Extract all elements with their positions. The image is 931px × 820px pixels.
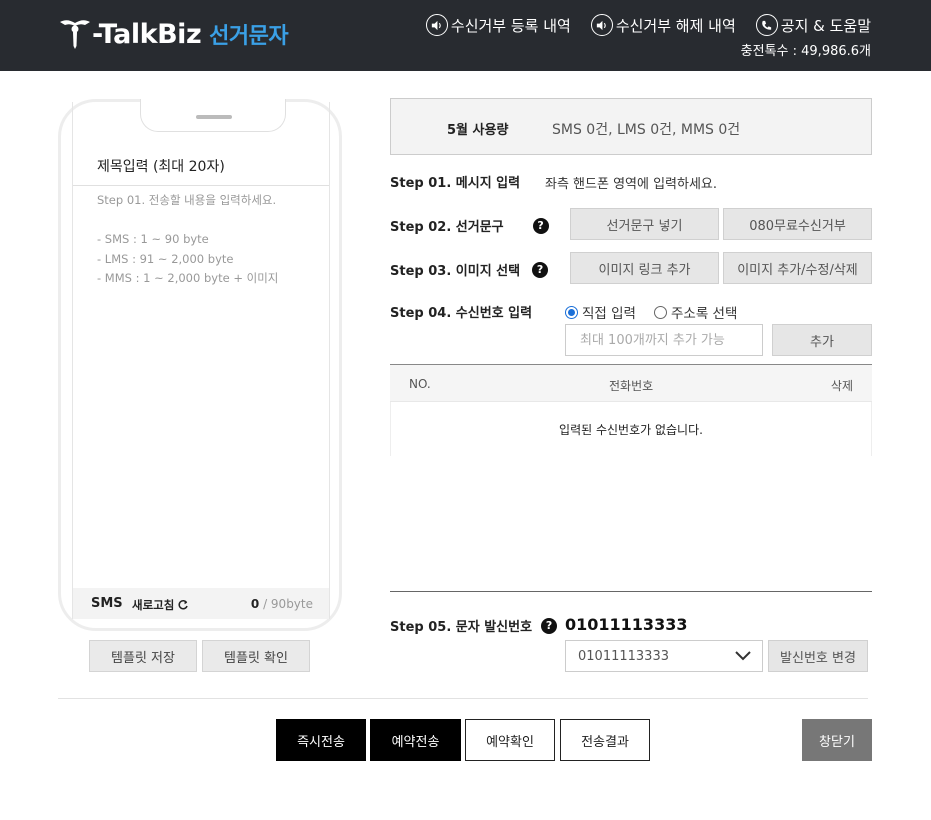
reserve-send-button[interactable]: 예약전송 [370,719,461,761]
step2-text: Step 02. 선거문구 [390,220,504,235]
free-080-reject-button[interactable]: 080무료수신거부 [723,208,872,240]
help-icon[interactable]: ? [541,617,558,634]
speaker-icon [425,14,448,36]
divider [58,698,868,699]
usage-title: 5월 사용량 [447,123,509,138]
col-phone: 전화번호 [609,379,654,393]
header-nav: 수신거부 등록 내역 수신거부 해제 내역 공지 & 도움말 [425,14,871,36]
add-image-link-button[interactable]: 이미지 링크 추가 [570,252,719,284]
recipient-mode-radio-group: 직접 입력 주소록 선택 [565,302,755,322]
brand-subtitle: 선거문자 [209,24,289,49]
nav-label: 수신거부 해제 내역 [615,16,736,35]
byte-current: 0 [250,597,260,611]
phone-notch [140,99,286,132]
phone-preview: 제목입력 (최대 20자) Step 01. 전송할 내용을 입력하세요. - … [58,99,342,631]
divider [73,185,329,186]
refresh-button[interactable]: 새로고침 [132,597,189,613]
close-button[interactable]: 창닫기 [802,719,872,761]
guide-intro: Step 01. 전송할 내용을 입력하세요. [97,193,277,207]
step1-note: 좌측 핸드폰 영역에 입력하세요. [545,177,718,192]
monthly-usage-box: 5월 사용량 SMS 0건, LMS 0건, MMS 0건 [390,98,872,155]
manage-image-button[interactable]: 이미지 추가/수정/삭제 [723,252,872,284]
speaker-icon [590,14,613,36]
step5-label: Step 05. 문자 발신번호 ? [390,616,558,635]
col-delete: 삭제 [830,379,853,393]
col-no: NO. [409,377,431,391]
balance-text: 충전톡수 : 49,986.6개 [740,44,871,59]
byte-counter: 0 / 90byte [251,597,313,611]
send-now-button[interactable]: 즉시전송 [276,719,366,761]
help-icon[interactable]: ? [532,261,549,278]
recipient-number-input[interactable] [565,324,763,356]
sender-number-select[interactable]: 01011113333 [565,640,763,672]
nav-reject-release[interactable]: 수신거부 해제 내역 [590,14,736,36]
radio-addressbook-label[interactable]: 주소록 선택 [671,302,737,322]
step2-label: Step 02. 선거문구 ? [390,216,549,235]
logo-mark-icon [58,16,92,52]
radio-addressbook[interactable] [653,305,667,319]
step5-text: Step 05. 문자 발신번호 [390,620,533,635]
nav-notice-help[interactable]: 공지 & 도움말 [755,14,871,36]
phone-footer: SMS 새로고침 0 / 90byte [73,588,329,619]
header: -TalkBiz 선거문자 수신거부 등록 내역 수신거부 해제 내역 공지 &… [0,0,931,71]
table-body: 입력된 수신번호가 없습니다. [390,402,872,456]
guide-lms: - LMS : 91 ~ 2,000 byte [97,251,234,266]
refresh-label: 새로고침 [132,598,175,612]
phone-icon [755,14,778,36]
template-view-button[interactable]: 템플릿 확인 [202,640,310,672]
radio-direct-label[interactable]: 직접 입력 [582,302,636,322]
empty-message: 입력된 수신번호가 없습니다. [559,423,703,437]
phone-screen: 제목입력 (최대 20자) Step 01. 전송할 내용을 입력하세요. - … [72,99,330,619]
help-icon[interactable]: ? [532,217,549,234]
step3-label: Step 03. 이미지 선택 ? [390,260,549,279]
reserve-check-button[interactable]: 예약확인 [465,719,555,761]
template-save-button[interactable]: 템플릿 저장 [89,640,197,672]
add-number-button[interactable]: 추가 [772,324,872,356]
message-textarea[interactable]: Step 01. 전송할 내용을 입력하세요. - SMS : 1 ~ 90 b… [97,191,278,289]
sender-number: 01011113333 [565,615,688,634]
nav-label: 공지 & 도움말 [780,16,871,35]
subject-input[interactable]: 제목입력 (최대 20자) [97,156,225,176]
phone-speaker [196,115,232,119]
byte-max: / 90byte [259,597,313,611]
send-result-button[interactable]: 전송결과 [560,719,650,761]
selected-sender: 01011113333 [578,648,669,664]
brand-name: -TalkBiz [92,18,202,50]
chevron-down-icon [735,651,751,661]
step3-text: Step 03. 이미지 선택 [390,264,521,279]
step4-label: Step 04. 수신번호 입력 [390,302,532,321]
step4-text: Step 04. 수신번호 입력 [390,306,533,321]
message-type: SMS [91,596,123,611]
logo[interactable]: -TalkBiz 선거문자 [58,14,289,54]
guide-mms: - MMS : 1 ~ 2,000 byte + 이미지 [97,271,279,285]
change-sender-button[interactable]: 발신번호 변경 [768,640,868,672]
nav-label: 수신거부 등록 내역 [450,16,571,35]
step1-text: Step 01. 메시지 입력 [390,176,521,191]
radio-direct-input[interactable] [565,305,578,319]
guide-sms: - SMS : 1 ~ 90 byte [97,232,209,246]
step1-label: Step 01. 메시지 입력 [390,172,520,191]
nav-reject-register[interactable]: 수신거부 등록 내역 [425,14,571,36]
recipient-table: NO. 전화번호 삭제 입력된 수신번호가 없습니다. [390,364,872,592]
table-header: NO. 전화번호 삭제 [390,365,872,402]
usage-value: SMS 0건, LMS 0건, MMS 0건 [552,122,741,138]
insert-election-phrase-button[interactable]: 선거문구 넣기 [570,208,719,240]
refresh-icon [178,600,189,610]
